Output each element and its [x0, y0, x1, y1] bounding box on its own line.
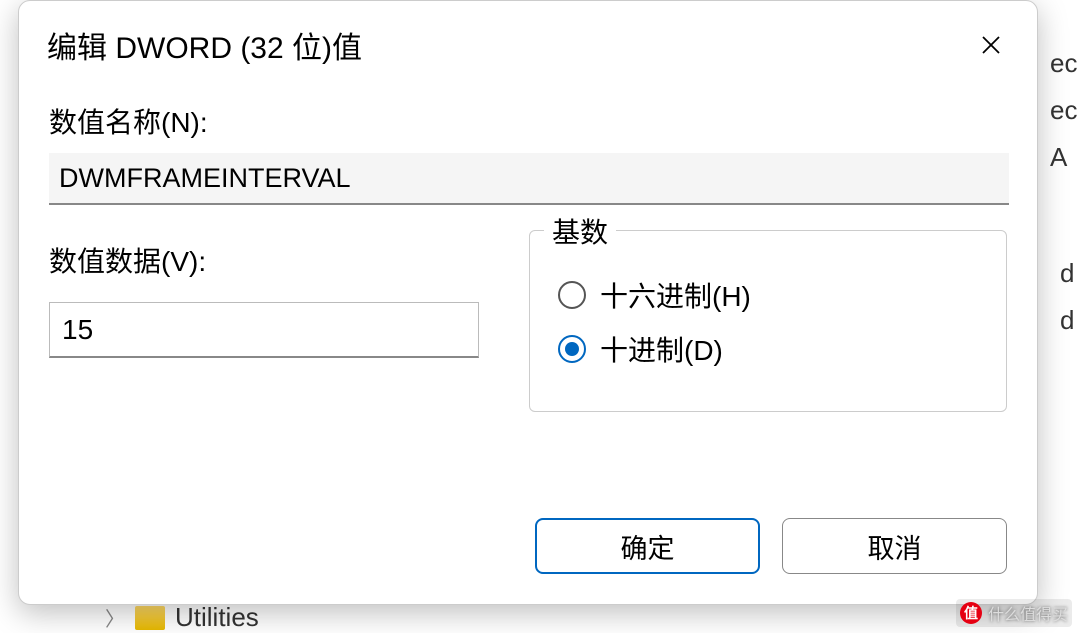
bg-text-fragment: d d [1060, 250, 1080, 344]
watermark: 值 什么值得买 [956, 599, 1072, 627]
tree-item-utilities[interactable]: 〉 Utilities [105, 602, 259, 633]
close-button[interactable] [973, 27, 1009, 63]
value-name-label: 数值名称(N): [49, 101, 1007, 141]
dialog-button-row: 确定 取消 [505, 518, 1037, 574]
base-fieldset: 基数 十六进制(H) 十进制(D) [529, 230, 1007, 412]
chevron-right-icon: 〉 [105, 603, 125, 632]
watermark-text: 什么值得买 [988, 601, 1068, 625]
radio-label: 十六进制(H) [600, 275, 751, 315]
dialog-body: 数值名称(N): 数值数据(V): 基数 十六进制(H) [19, 71, 1037, 412]
radio-decimal[interactable]: 十进制(D) [558, 329, 978, 369]
dialog-titlebar: 编辑 DWORD (32 位)值 [19, 1, 1037, 71]
dialog-title: 编辑 DWORD (32 位)值 [47, 23, 362, 67]
value-data-label: 数值数据(V): [49, 240, 489, 280]
folder-icon [135, 606, 165, 630]
base-legend: 基数 [544, 211, 616, 251]
edit-dword-dialog: 编辑 DWORD (32 位)值 数值名称(N): 数值数据(V): 基数 [18, 0, 1038, 605]
radio-label: 十进制(D) [600, 329, 723, 369]
radio-icon [558, 281, 586, 309]
value-name-input[interactable] [49, 153, 1009, 205]
tree-item-label: Utilities [175, 602, 259, 633]
radio-hexadecimal[interactable]: 十六进制(H) [558, 275, 978, 315]
value-data-section: 数值数据(V): [49, 240, 489, 412]
ok-button[interactable]: 确定 [535, 518, 760, 574]
cancel-button[interactable]: 取消 [782, 518, 1007, 574]
bg-text-fragment: ec ec A [1050, 40, 1080, 180]
base-section: 基数 十六进制(H) 十进制(D) [529, 240, 1007, 412]
watermark-icon: 值 [960, 602, 982, 624]
value-data-input[interactable] [49, 302, 479, 358]
close-icon [979, 33, 1003, 57]
radio-icon [558, 335, 586, 363]
